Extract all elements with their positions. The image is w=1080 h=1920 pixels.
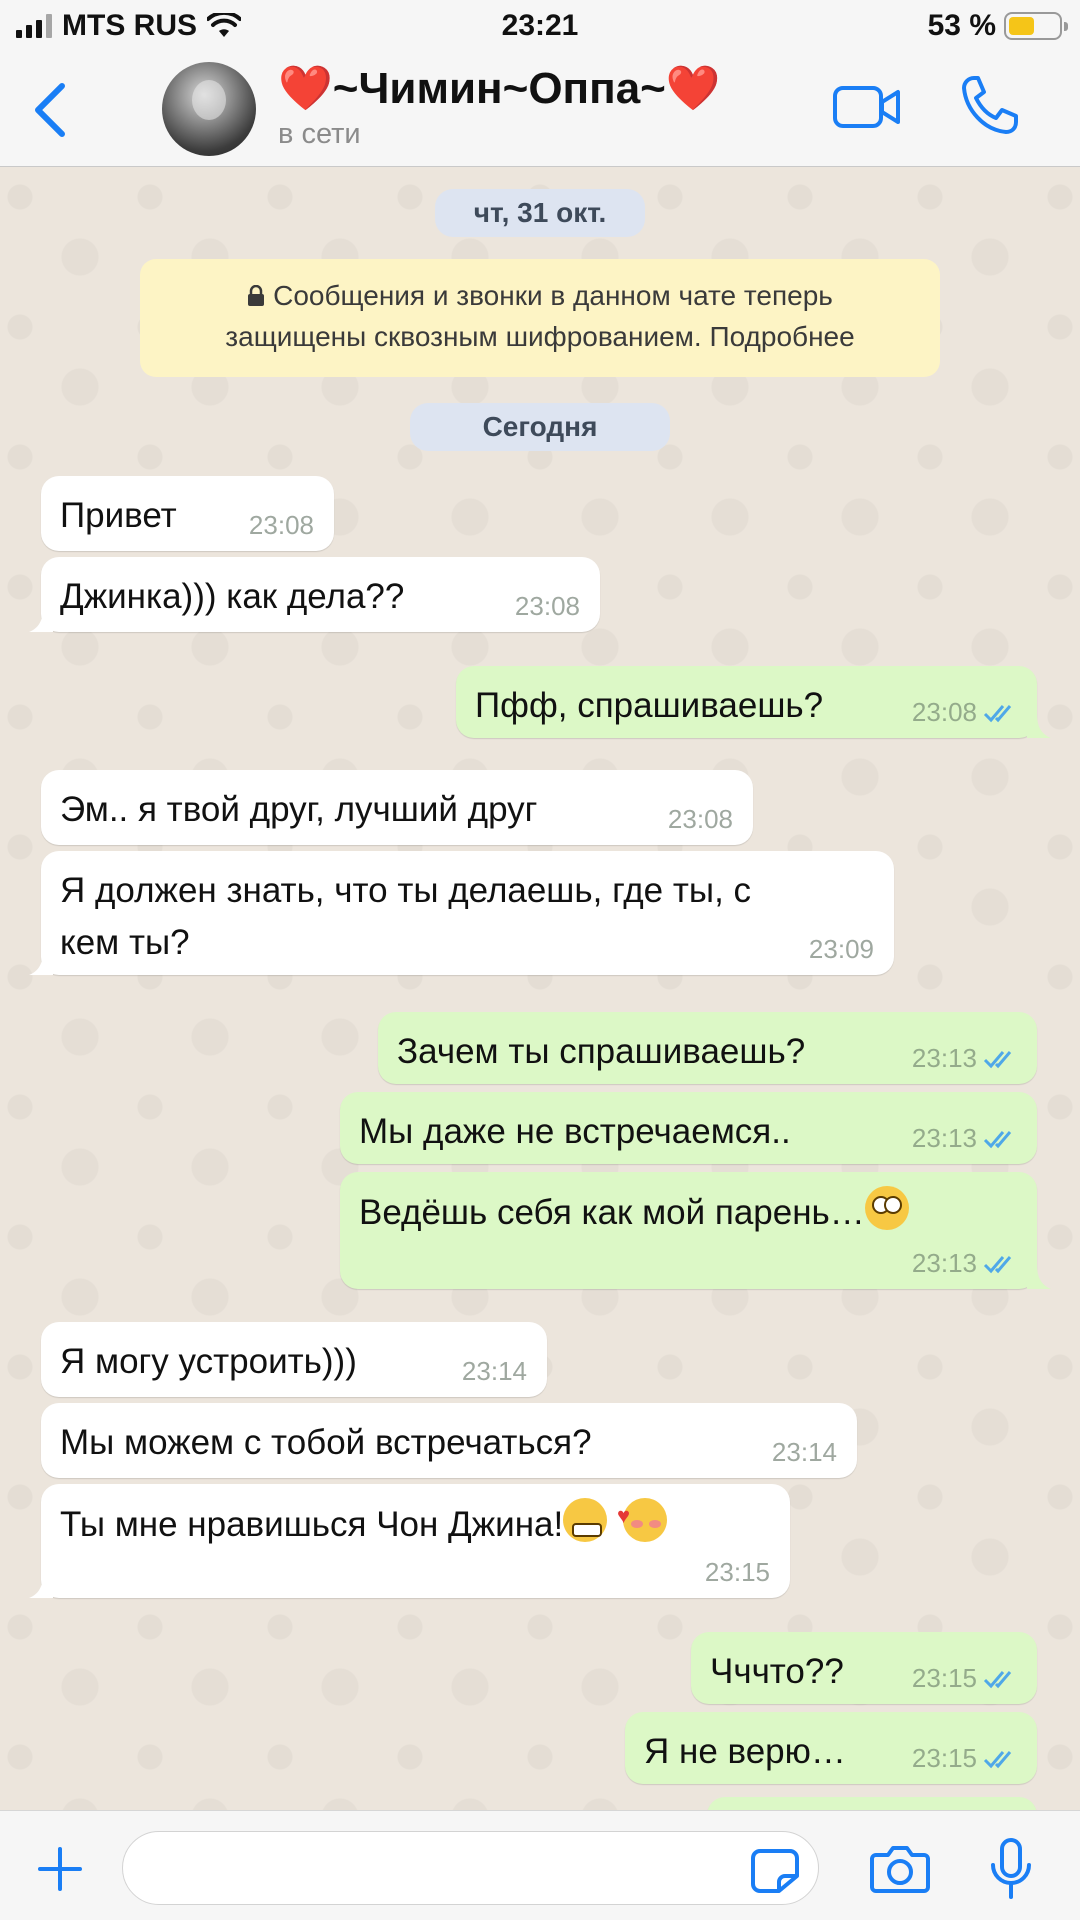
message-time: 23:08: [912, 697, 1017, 728]
message-time: 23:08: [248, 510, 314, 540]
message-text: Пфф, спрашиваешь?: [475, 686, 824, 725]
phone-icon[interactable]: [960, 74, 1018, 136]
video-camera-icon[interactable]: [832, 82, 902, 132]
status-bar-right: 53 %: [927, 9, 1068, 43]
sticker-icon[interactable]: [750, 1848, 800, 1894]
message-text: Мы даже не встречаемся..: [359, 1112, 791, 1151]
battery-percentage: 53 %: [927, 9, 996, 42]
message-time: 23:14: [461, 1356, 527, 1386]
plus-icon[interactable]: [36, 1845, 84, 1893]
encryption-notice-line1: Сообщения и звонки в данном чате теперь: [140, 275, 940, 316]
message-text: Чччто??: [710, 1652, 844, 1691]
message-text: Зачем ты спрашиваешь?: [397, 1032, 806, 1071]
status-bar: MTS RUS 23:21 53 %: [0, 0, 1080, 52]
outgoing-message[interactable]: Мы даже не встречаемся.. 23:13: [340, 1092, 1037, 1164]
message-input[interactable]: [122, 1831, 819, 1905]
outgoing-message[interactable]: Ведёшь себя как мой парень… 23:13: [340, 1172, 1051, 1289]
message-text: Мы можем с тобой встречаться?: [60, 1423, 592, 1462]
bubble-tail: [29, 608, 53, 632]
message-time: 23:15: [912, 1663, 1017, 1694]
battery-icon: [1004, 12, 1068, 40]
date-separator: чт, 31 окт.: [435, 189, 645, 237]
today-separator: Сегодня: [410, 403, 670, 451]
message-text: Джинка))) как дела??: [60, 577, 405, 616]
incoming-message[interactable]: Джинка))) как дела?? 23:08: [29, 557, 600, 632]
message-time: 23:13: [912, 1123, 1017, 1154]
camera-icon[interactable]: [870, 1843, 930, 1893]
incoming-message[interactable]: Привет 23:08: [41, 476, 334, 551]
face-rolling-eyes-icon: [864, 1186, 909, 1230]
bubble-tail: [29, 951, 53, 975]
message-text: Эм.. я твой друг, лучший друг: [60, 790, 538, 829]
read-receipt-icon: [983, 704, 1012, 722]
contact-name[interactable]: ❤️~Чимин~Оппа~❤️: [278, 62, 721, 114]
message-time: 23:15: [912, 1743, 1017, 1774]
read-receipt-icon: [983, 1130, 1012, 1148]
message-time: 23:08: [514, 591, 580, 621]
signal-strength-icon: [16, 14, 52, 38]
message-time: 23:08: [667, 804, 733, 834]
microphone-icon[interactable]: [988, 1837, 1034, 1901]
avatar[interactable]: [162, 62, 256, 156]
bubble-tail: [1027, 1265, 1051, 1289]
contact-status: в сети: [278, 118, 361, 150]
chat-header: ❤️~Чимин~Оппа~❤️ в сети: [0, 52, 1080, 167]
incoming-message[interactable]: Я должен знать, что ты делаешь, где ты, …: [29, 851, 894, 975]
incoming-message[interactable]: Мы можем с тобой встречаться? 23:14: [41, 1403, 857, 1478]
outgoing-message[interactable]: [707, 1797, 1037, 1810]
bubble-tail: [29, 1574, 53, 1598]
chat-area[interactable]: чт, 31 окт. Сообщения и звонки в данном …: [0, 167, 1080, 1810]
date-separator-label: чт, 31 окт.: [473, 197, 607, 228]
lock-icon: [248, 285, 265, 306]
read-receipt-icon: [983, 1750, 1012, 1768]
battery-level: [1009, 17, 1035, 35]
message-text: Привет: [60, 496, 177, 535]
message-text: Я не верю…: [644, 1732, 846, 1771]
today-separator-label: Сегодня: [482, 411, 598, 442]
message-text: Ведёшь себя как мой парень…: [359, 1186, 909, 1239]
outgoing-message[interactable]: Я не верю… 23:15: [625, 1712, 1037, 1784]
carrier-name: MTS RUS: [62, 9, 197, 42]
message-time: 23:15: [704, 1557, 770, 1587]
message-time: 23:13: [912, 1043, 1017, 1074]
encryption-notice[interactable]: Сообщения и звонки в данном чате теперь …: [140, 259, 940, 377]
smiling-face-with-hearts-icon: [617, 1490, 667, 1542]
incoming-message[interactable]: Эм.. я твой друг, лучший друг 23:08: [41, 770, 753, 845]
encryption-notice-line2: защищены сквозным шифрованием. Подробнее: [225, 321, 855, 352]
message-time: 23:14: [771, 1437, 837, 1467]
wifi-icon: [207, 13, 241, 37]
bubble-tail: [1027, 714, 1051, 738]
message-text: Я могу устроить))): [60, 1342, 357, 1381]
clock: 23:21: [501, 9, 579, 42]
read-receipt-icon: [983, 1255, 1012, 1273]
read-receipt-icon: [983, 1050, 1012, 1068]
message-text: Я должен знать, что ты делаешь, где ты, …: [60, 871, 752, 962]
status-bar-left: MTS RUS: [16, 9, 241, 43]
read-receipt-icon: [983, 1670, 1012, 1688]
input-bar: [0, 1810, 1080, 1920]
outgoing-message[interactable]: Зачем ты спрашиваешь? 23:13: [378, 1012, 1037, 1084]
incoming-message[interactable]: Ты мне нравишься Чон Джина! 23:15: [29, 1484, 790, 1598]
outgoing-message[interactable]: Пфф, спрашиваешь? 23:08: [456, 666, 1051, 738]
message-time: 23:09: [808, 934, 874, 964]
message-text: Ты мне нравишься Чон Джина!: [60, 1490, 667, 1551]
outgoing-message[interactable]: Чччто?? 23:15: [691, 1632, 1037, 1704]
incoming-message[interactable]: Я могу устроить))) 23:14: [41, 1322, 547, 1397]
grimacing-face-icon: [563, 1498, 608, 1542]
message-time: 23:13: [912, 1248, 1017, 1279]
chevron-left-icon[interactable]: [28, 80, 72, 140]
